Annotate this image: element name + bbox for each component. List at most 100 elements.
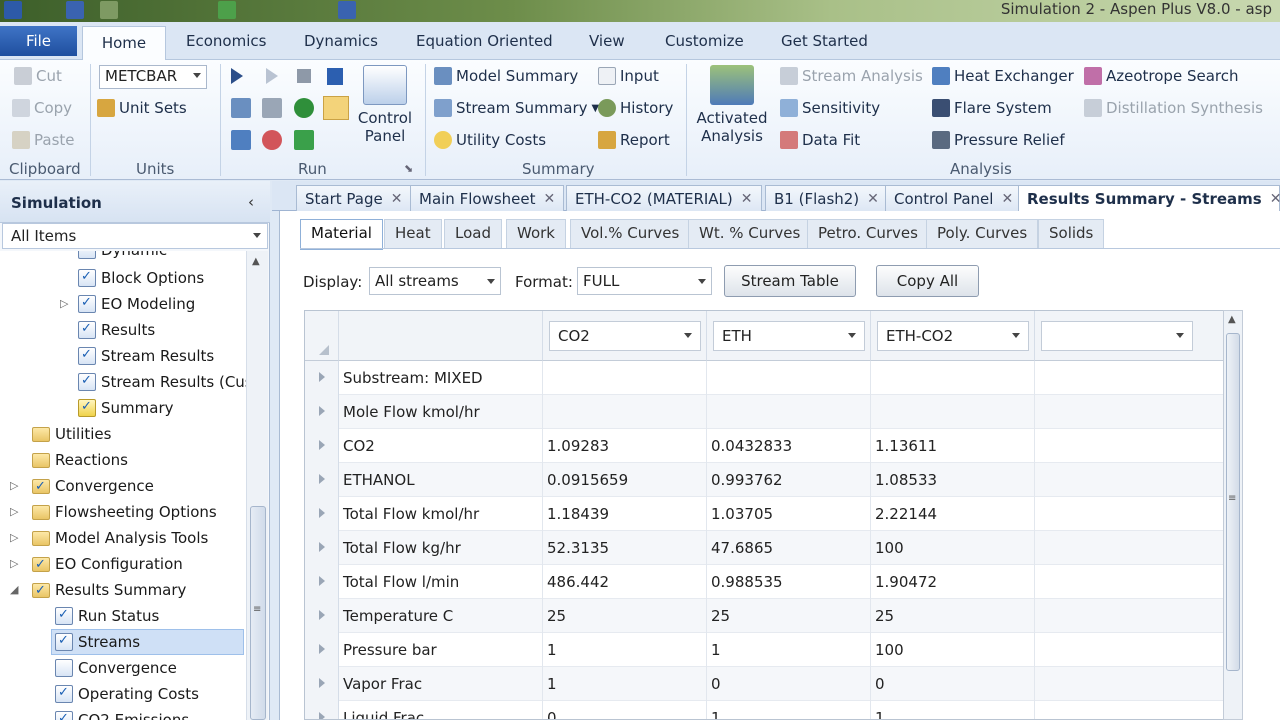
expand-icon[interactable]: ▷: [10, 505, 18, 518]
tree-item-reactions[interactable]: Reactions: [32, 447, 128, 473]
scroll-up-icon[interactable]: ▲: [252, 256, 260, 267]
undo-icon[interactable]: [100, 1, 118, 19]
format-select[interactable]: FULL: [577, 267, 712, 295]
tree-item-convergence[interactable]: Convergence: [32, 473, 154, 499]
reconcile-icon[interactable]: [262, 130, 282, 150]
row-expander[interactable]: [305, 599, 339, 633]
grid-cell[interactable]: 0: [707, 667, 871, 701]
tree-item-stream-results-custom[interactable]: Stream Results (Cus: [78, 369, 246, 395]
grid-cell[interactable]: 1.18439: [543, 497, 707, 531]
unit-set-select[interactable]: METCBAR: [99, 65, 207, 89]
check-status-icon[interactable]: [231, 98, 251, 118]
grid-cell[interactable]: [1035, 565, 1223, 599]
row-expander[interactable]: [305, 667, 339, 701]
row-expander[interactable]: [305, 429, 339, 463]
row-expander[interactable]: [305, 531, 339, 565]
flare-system-button[interactable]: Flare System: [932, 99, 1052, 117]
dialog-launcher-icon[interactable]: ⬊: [404, 162, 413, 175]
grid-cell[interactable]: [1035, 497, 1223, 531]
grid-cell[interactable]: [1035, 599, 1223, 633]
tree-item-dynamic[interactable]: Dynamic: [78, 251, 167, 263]
scroll-up-icon[interactable]: ▲: [1228, 314, 1236, 325]
tab-customize[interactable]: Customize: [665, 32, 744, 50]
row-expander[interactable]: [305, 395, 339, 429]
activated-analysis-button[interactable]: Activated Analysis: [694, 65, 770, 145]
tab-home[interactable]: Home: [82, 26, 166, 61]
report-button[interactable]: Report: [598, 131, 670, 149]
grid-cell[interactable]: [871, 361, 1035, 395]
tree-item-stream-results[interactable]: Stream Results: [78, 343, 214, 369]
tree-item-results-summary[interactable]: Results Summary: [32, 577, 186, 603]
nav-scrollbar[interactable]: ▲ ≡: [246, 251, 268, 720]
forward-icon[interactable]: [294, 130, 314, 150]
sensitivity-button[interactable]: Sensitivity: [780, 99, 880, 117]
expand-icon[interactable]: ▷: [10, 479, 18, 492]
close-icon[interactable]: ✕: [867, 191, 879, 207]
grid-cell[interactable]: 1: [543, 633, 707, 667]
tree-item-convergence-results[interactable]: Convergence: [55, 655, 177, 681]
tree-item-results[interactable]: Results: [78, 317, 155, 343]
collapse-icon[interactable]: ◢: [10, 583, 18, 596]
grid-cell[interactable]: [871, 395, 1035, 429]
tree-item-operating-costs[interactable]: Operating Costs: [55, 681, 199, 707]
expand-icon[interactable]: ▷: [10, 557, 18, 570]
model-summary-button[interactable]: Model Summary: [434, 67, 578, 85]
column-stream-select[interactable]: [1041, 321, 1193, 351]
subtab-solids[interactable]: Solids: [1038, 219, 1105, 249]
tree-item-block-options[interactable]: Block Options: [78, 265, 204, 291]
grid-cell[interactable]: [543, 395, 707, 429]
subtab-heat[interactable]: Heat: [384, 219, 442, 249]
close-icon[interactable]: ✕: [741, 191, 753, 207]
grid-cell[interactable]: 1.08533: [871, 463, 1035, 497]
shield-icon[interactable]: [294, 98, 314, 118]
row-expander[interactable]: [305, 701, 339, 719]
grid-cell[interactable]: 25: [543, 599, 707, 633]
grid-cell[interactable]: 1: [871, 701, 1035, 719]
pressure-relief-button[interactable]: Pressure Relief: [932, 131, 1065, 149]
activate-icon[interactable]: [323, 96, 349, 120]
network-icon[interactable]: [231, 130, 251, 150]
grid-cell[interactable]: 0.993762: [707, 463, 871, 497]
tab-file[interactable]: File: [0, 26, 77, 56]
tree-item-co2-emissions[interactable]: CO2 Emissions: [55, 707, 189, 720]
history-button[interactable]: History: [598, 99, 673, 117]
grid-cell[interactable]: [1035, 701, 1223, 719]
grid-cell[interactable]: 0: [871, 667, 1035, 701]
doc-tab-results-summary-streams[interactable]: Results Summary - Streams ✕: [1018, 185, 1280, 211]
data-fit-button[interactable]: Data Fit: [780, 131, 860, 149]
grid-cell[interactable]: 1.03705: [707, 497, 871, 531]
nav-filter-select[interactable]: All Items: [2, 223, 268, 249]
doc-tab-control-panel[interactable]: Control Panel ✕: [885, 185, 1023, 211]
grid-cell[interactable]: [1035, 531, 1223, 565]
grid-cell[interactable]: [1035, 463, 1223, 497]
distillation-synthesis-button[interactable]: Distillation Synthesis: [1084, 99, 1263, 117]
tree-item-run-status[interactable]: Run Status: [55, 603, 159, 629]
grid-cell[interactable]: 0: [543, 701, 707, 719]
grid-corner[interactable]: [305, 311, 339, 361]
run-play-icon[interactable]: [231, 68, 243, 84]
grid-cell[interactable]: 47.6865: [707, 531, 871, 565]
grid-cell[interactable]: 100: [871, 633, 1035, 667]
grid-cell[interactable]: 0.0915659: [543, 463, 707, 497]
stop-icon[interactable]: [297, 69, 311, 83]
subtab-vol-curves[interactable]: Vol.% Curves: [570, 219, 691, 249]
tab-dynamics[interactable]: Dynamics: [304, 32, 378, 50]
cut-button[interactable]: Cut: [14, 67, 62, 85]
tree-item-flowsheeting-options[interactable]: Flowsheeting Options: [32, 499, 217, 525]
subtab-work[interactable]: Work: [506, 219, 566, 249]
tab-get-started[interactable]: Get Started: [781, 32, 868, 50]
grid-cell[interactable]: 100: [871, 531, 1035, 565]
expand-icon[interactable]: ▷: [10, 531, 18, 544]
input-button[interactable]: Input: [598, 67, 659, 85]
run-icon[interactable]: [218, 1, 236, 19]
subtab-petro-curves[interactable]: Petro. Curves: [807, 219, 929, 249]
doc-tab-b1-flash2[interactable]: B1 (Flash2) ✕: [765, 185, 888, 211]
column-stream-select[interactable]: ETH-CO2: [877, 321, 1029, 351]
grid-cell[interactable]: 52.3135: [543, 531, 707, 565]
grid-cell[interactable]: 1: [543, 667, 707, 701]
tree-item-eo-modeling[interactable]: EO Modeling: [78, 291, 195, 317]
doc-tab-main-flowsheet[interactable]: Main Flowsheet ✕: [410, 185, 565, 211]
row-expander[interactable]: [305, 633, 339, 667]
grid-cell[interactable]: [1035, 429, 1223, 463]
tree-item-summary[interactable]: Summary: [78, 395, 174, 421]
